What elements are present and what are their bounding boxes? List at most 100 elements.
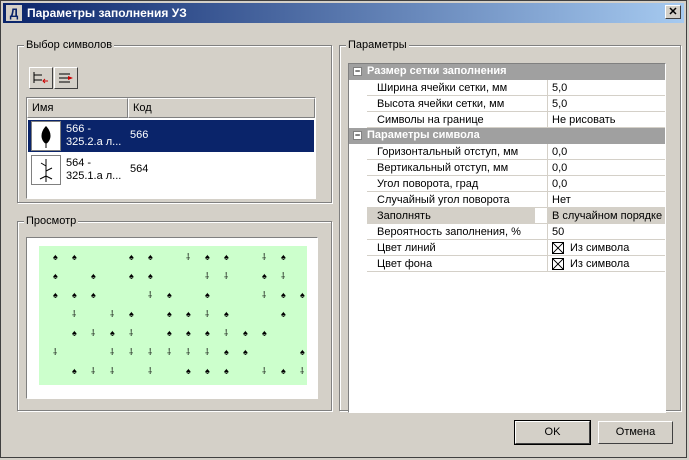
property-value[interactable]: Из символа bbox=[547, 256, 665, 272]
shrub-symbol-icon: ⸸ bbox=[129, 347, 134, 357]
shrub-symbol-icon: ⸸ bbox=[224, 271, 229, 281]
column-header-code[interactable]: Код bbox=[128, 98, 315, 118]
symbol-row-566[interactable]: 566 - 325.2.а л... 566 bbox=[28, 120, 314, 152]
property-name: Заполнять bbox=[367, 208, 535, 223]
tree-symbol-icon: ♠ bbox=[167, 328, 172, 338]
window-title: Параметры заполнения УЗ bbox=[27, 6, 187, 20]
tree-symbol-icon: ♠ bbox=[224, 309, 229, 319]
property-value[interactable]: 50 bbox=[547, 224, 665, 240]
tree-symbol-icon: ♠ bbox=[72, 366, 77, 376]
title-bar[interactable]: Д Параметры заполнения УЗ ✕ bbox=[3, 3, 684, 23]
tree-symbol-icon: ♠ bbox=[186, 366, 191, 376]
property-value[interactable]: 5,0 bbox=[547, 80, 665, 96]
column-header-name[interactable]: Имя bbox=[27, 98, 128, 118]
tree-symbol-icon: ♠ bbox=[224, 366, 229, 376]
shrub-symbol-icon: ⸸ bbox=[167, 347, 172, 357]
tree-symbol-icon: ♠ bbox=[167, 309, 172, 319]
property-row[interactable]: Вертикальный отступ, мм 0,0 bbox=[367, 160, 665, 176]
property-value[interactable]: 0,0 bbox=[547, 176, 665, 192]
cancel-button[interactable]: Отмена bbox=[598, 421, 673, 444]
property-row[interactable]: Высота ячейки сетки, мм 5,0 bbox=[367, 96, 665, 112]
shrub-symbol-icon: ⸸ bbox=[205, 309, 210, 319]
tree-symbol-icon: ♠ bbox=[243, 328, 248, 338]
property-name: Горизонтальный отступ, мм bbox=[377, 146, 519, 158]
tree-symbol-icon: ♠ bbox=[53, 290, 58, 300]
symbol-list[interactable]: Имя Код 566 - 325.2.а л... 566 564 - 325… bbox=[26, 97, 316, 199]
tree-symbol-icon: ♠ bbox=[91, 290, 96, 300]
symbol-name: 566 - 325.2.а л... bbox=[66, 123, 122, 148]
color-swatch-icon bbox=[552, 242, 564, 255]
tree-symbol-icon: ♠ bbox=[91, 271, 96, 281]
tree-symbol-icon: ♠ bbox=[167, 290, 172, 300]
shrub-symbol-icon: ⸸ bbox=[129, 328, 134, 338]
params-group-label: Параметры bbox=[346, 39, 409, 51]
tree-symbol-icon: ♠ bbox=[262, 328, 267, 338]
shrub-symbol-icon: ⸸ bbox=[262, 252, 267, 262]
property-value[interactable]: 5,0 bbox=[547, 96, 665, 112]
property-name: Ширина ячейки сетки, мм bbox=[377, 82, 508, 94]
property-name: Вертикальный отступ, мм bbox=[377, 162, 509, 174]
tree-symbol-icon: ♠ bbox=[186, 328, 191, 338]
shrub-symbol-icon: ⸸ bbox=[110, 309, 115, 319]
property-value[interactable]: 0,0 bbox=[547, 160, 665, 176]
property-row[interactable]: Угол поворота, град 0,0 bbox=[367, 176, 665, 192]
close-icon: ✕ bbox=[668, 6, 678, 18]
property-row[interactable]: Цвет фона Из символа bbox=[367, 256, 665, 272]
property-value[interactable]: Не рисовать bbox=[547, 112, 665, 128]
property-name: Угол поворота, град bbox=[377, 178, 479, 190]
property-value[interactable]: В случайном порядке bbox=[547, 208, 665, 224]
property-row[interactable]: Цвет линий Из символа bbox=[367, 240, 665, 256]
tree-symbol-icon: ♠ bbox=[224, 252, 229, 262]
dialog-window: Д Параметры заполнения УЗ ✕ Выбор символ… bbox=[0, 0, 687, 458]
category-grid-size[interactable]: − Размер сетки заполнения bbox=[349, 64, 665, 80]
tree-symbol-icon: ♠ bbox=[205, 328, 210, 338]
shrub-symbol-icon: ⸸ bbox=[91, 366, 96, 376]
remove-symbol-button[interactable] bbox=[54, 67, 78, 89]
shrub-symbol-icon: ⸸ bbox=[110, 366, 115, 376]
property-name: Случайный угол поворота bbox=[377, 194, 510, 206]
property-row-selected[interactable]: Заполнять В случайном порядке bbox=[367, 208, 665, 224]
property-grid[interactable]: − Размер сетки заполнения Ширина ячейки … bbox=[348, 63, 666, 413]
tree-symbol-icon: ♠ bbox=[205, 252, 210, 262]
tree-symbol-icon: ♠ bbox=[224, 347, 229, 357]
params-group: Параметры − Размер сетки заполнения Шири… bbox=[339, 39, 681, 413]
shrub-symbol-icon bbox=[31, 155, 61, 185]
symbols-group: Выбор символов Имя Код 566 - 325.2.а л..… bbox=[17, 39, 332, 203]
collapse-icon[interactable]: − bbox=[353, 131, 362, 140]
tree-symbol-icon: ♠ bbox=[72, 328, 77, 338]
tree-symbol-icon: ♠ bbox=[72, 252, 77, 262]
collapse-icon[interactable]: − bbox=[353, 67, 362, 76]
property-value[interactable]: Из символа bbox=[547, 240, 665, 256]
property-row[interactable]: Горизонтальный отступ, мм 0,0 bbox=[367, 144, 665, 160]
tree-symbol-icon: ♠ bbox=[300, 290, 305, 300]
tree-symbol-icon: ♠ bbox=[72, 290, 77, 300]
close-button[interactable]: ✕ bbox=[665, 5, 681, 19]
property-row[interactable]: Символы на границе Не рисовать bbox=[367, 112, 665, 128]
property-name: Цвет линий bbox=[377, 242, 436, 254]
property-row[interactable]: Вероятность заполнения, % 50 bbox=[367, 224, 665, 240]
shrub-symbol-icon: ⸸ bbox=[148, 347, 153, 357]
preview-group: Просмотр ♠ ♠ ♠ ♠ ⸸ ♠ ♠ ⸸ ♠ ♠ ♠ ♠ ♠ ⸸ ⸸ ♠ ⸸ ♠ ♠ ♠ ⸸ ♠ ♠ ⸸ ♠ ♠ ⸸ ⸸ ♠ ♠ ♠… bbox=[17, 215, 332, 411]
add-symbol-button[interactable] bbox=[29, 67, 53, 89]
tree-symbol-icon: ♠ bbox=[205, 366, 210, 376]
shrub-symbol-icon: ⸸ bbox=[300, 366, 305, 376]
preview-canvas: ♠ ♠ ♠ ♠ ⸸ ♠ ♠ ⸸ ♠ ♠ ♠ ♠ ♠ ⸸ ⸸ ♠ ⸸ ♠ ♠ ♠ ⸸ ♠ ♠ ⸸ ♠ ♠ ⸸ ⸸ ♠ ♠ ♠ ⸸ ♠ ♠ ♠ ⸸ ♠ ⸸ ♠ ♠… bbox=[26, 237, 318, 399]
shrub-symbol-icon: ⸸ bbox=[186, 347, 191, 357]
tree-symbol-icon: ♠ bbox=[243, 347, 248, 357]
property-name: Символы на границе bbox=[377, 114, 484, 126]
property-name: Вероятность заполнения, % bbox=[377, 226, 521, 238]
shrub-symbol-icon: ⸸ bbox=[262, 366, 267, 376]
symbol-row-564[interactable]: 564 - 325.1.а л... 564 bbox=[28, 154, 314, 186]
property-row[interactable]: Случайный угол поворота Нет bbox=[367, 192, 665, 208]
category-label: Размер сетки заполнения bbox=[367, 65, 507, 77]
ok-button[interactable]: OK bbox=[514, 420, 591, 445]
tree-symbol-icon: ♠ bbox=[129, 252, 134, 262]
property-value-text: Из символа bbox=[570, 242, 630, 254]
property-name: Цвет фона bbox=[377, 258, 433, 270]
property-value[interactable]: 0,0 bbox=[547, 144, 665, 160]
property-value[interactable]: Нет bbox=[547, 192, 665, 208]
category-symbol-params[interactable]: − Параметры символа bbox=[349, 128, 665, 144]
add-symbol-icon bbox=[33, 72, 48, 84]
shrub-symbol-icon: ⸸ bbox=[205, 347, 210, 357]
property-row[interactable]: Ширина ячейки сетки, мм 5,0 bbox=[367, 80, 665, 96]
